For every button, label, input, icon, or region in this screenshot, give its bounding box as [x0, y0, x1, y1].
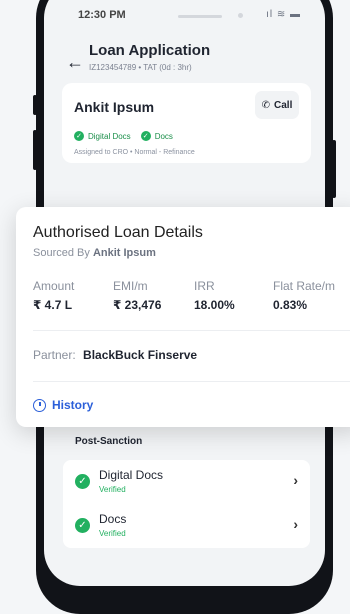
partner-label: Partner: [33, 348, 76, 362]
card-title: Authorised Loan Details [33, 224, 203, 241]
check-circle-icon: ✓ [74, 131, 84, 141]
list-item-title: Docs [99, 512, 127, 526]
status-tags: ✓ Digital Docs ✓ Docs [74, 131, 173, 141]
call-button[interactable]: ✆ Call [255, 91, 299, 119]
dynamic-island [178, 15, 222, 18]
metric-label-amount: Amount [33, 279, 75, 293]
back-arrow-icon[interactable]: ← [66, 52, 84, 73]
authorised-loan-card: Authorised Loan Details Sourced By Ankit… [16, 207, 350, 427]
check-circle-icon: ✓ [140, 131, 151, 141]
phone-side-button [33, 95, 37, 115]
metric-value-flat-rate: 0.83% [273, 298, 308, 312]
camera-dot [238, 13, 243, 18]
history-button[interactable]: History [33, 398, 93, 412]
phone-icon: ✆ [261, 99, 271, 111]
customer-name: Ankit Ipsum [74, 99, 155, 115]
page-subtitle: IZ123454789 • TAT (0d : 3hr) [89, 63, 192, 72]
tag-docs: ✓ Docs [140, 131, 173, 141]
partner-info: Partner: BlackBuck Finserve [33, 348, 197, 362]
tag-label: Docs [154, 131, 173, 141]
divider [33, 381, 350, 382]
metric-value-emi: ₹ 23,476 [113, 298, 162, 312]
metric-value-amount: ₹ 4.7 L [33, 298, 73, 312]
post-sanction-section: Post-Sanction ✓ Digital Docs Verified › … [44, 422, 325, 582]
tag-label: Digital Docs [88, 131, 131, 141]
call-button-label: Call [274, 99, 293, 111]
sourced-by-name: Ankit Ipsum [92, 247, 156, 259]
partner-name: BlackBuck Finserve [83, 348, 198, 362]
divider [33, 330, 350, 331]
list-item-title: Digital Docs [99, 468, 164, 482]
chevron-right-icon: › [293, 516, 298, 532]
app-header: ← Loan Application IZ123454789 • TAT (0d… [44, 40, 325, 80]
chevron-right-icon: › [293, 472, 298, 488]
check-circle-icon: ✓ [75, 474, 90, 489]
customer-card: Ankit Ipsum ✆ Call ✓ Digital Docs ✓ Docs… [62, 83, 311, 163]
sourced-by: Sourced By Ankit Ipsum [33, 247, 156, 259]
check-circle-icon: ✓ [75, 518, 90, 533]
section-title: Post-Sanction [75, 436, 143, 447]
assigned-info: Assigned to CRO • Normal - Refinance [74, 149, 195, 156]
list-item-status: Verified [99, 485, 126, 494]
history-icon [33, 398, 46, 412]
list-item-digital-docs[interactable]: ✓ Digital Docs Verified › [63, 460, 310, 504]
phone-side-button [33, 130, 37, 170]
sourced-by-label: Sourced By [33, 247, 90, 259]
phone-side-button [332, 140, 336, 198]
history-label: History [52, 398, 94, 412]
status-bar: 12:30 PM ıl ≋ ▬ [44, 0, 325, 30]
metric-label-flat-rate: Flat Rate/m [273, 279, 336, 293]
status-time: 12:30 PM [78, 9, 126, 21]
page-title: Loan Application [89, 42, 211, 59]
metric-label-emi: EMI/m [113, 279, 148, 293]
list-item-status: Verified [99, 529, 126, 538]
metric-label-irr: IRR [194, 279, 215, 293]
list-item-docs[interactable]: ✓ Docs Verified › [63, 504, 310, 548]
tag-digital-docs: ✓ Digital Docs [74, 131, 131, 141]
signal-wifi-battery-icon: ıl ≋ ▬ [266, 9, 301, 20]
metric-value-irr: 18.00% [194, 298, 235, 312]
